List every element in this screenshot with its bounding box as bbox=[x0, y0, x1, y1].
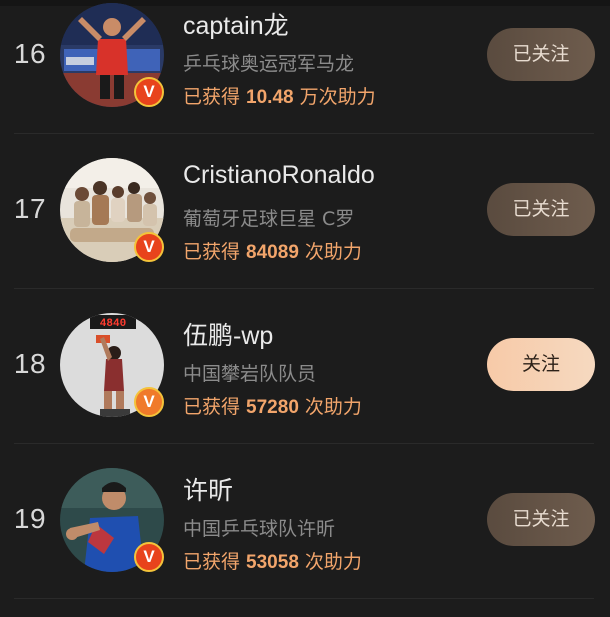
help-value: 53058 bbox=[246, 552, 299, 573]
ranking-row-16[interactable]: 16 V captain龙 乒乓球奥运冠军马龙 已获得 10.48 万次助力 已… bbox=[0, 0, 610, 155]
rank-number: 16 bbox=[13, 38, 47, 69]
help-suffix: 次助力 bbox=[298, 241, 362, 263]
verified-v-icon: V bbox=[134, 232, 164, 262]
rank-number: 19 bbox=[13, 503, 47, 534]
ranking-row-18[interactable]: 18 4840 V 伍鹏-wp 中国攀岩队队员 已获得 57280 次助力 关注 bbox=[0, 310, 610, 465]
row-divider bbox=[14, 443, 594, 444]
user-name[interactable]: 许昕 bbox=[183, 471, 233, 507]
ranking-row-19[interactable]: 19 V 许昕 中国乒乓球队许昕 已获得 53058 次助力 已关注 bbox=[0, 465, 610, 617]
help-prefix: 已获得 bbox=[183, 551, 247, 573]
help-prefix: 已获得 bbox=[183, 396, 247, 418]
user-name[interactable]: CristianoRonaldo bbox=[183, 161, 375, 190]
row-divider bbox=[14, 288, 594, 289]
verified-v-icon: V bbox=[134, 77, 164, 107]
help-count: 已获得 84089 次助力 bbox=[183, 237, 362, 264]
followed-button[interactable]: 已关注 bbox=[487, 183, 595, 236]
followed-button[interactable]: 已关注 bbox=[487, 493, 595, 546]
help-suffix: 次助力 bbox=[298, 396, 362, 418]
follow-button[interactable]: 关注 bbox=[487, 338, 595, 391]
avatar-scoreboard: 4840 bbox=[100, 318, 126, 330]
help-prefix: 已获得 bbox=[183, 86, 247, 108]
help-prefix: 已获得 bbox=[183, 241, 247, 263]
user-name[interactable]: 伍鹏-wp bbox=[183, 316, 273, 352]
help-value: 10.48 bbox=[246, 87, 294, 108]
rank-number: 18 bbox=[13, 348, 47, 379]
rank-number: 17 bbox=[13, 193, 47, 224]
help-suffix: 万次助力 bbox=[293, 86, 376, 108]
user-description: 中国乒乓球队许昕 bbox=[183, 518, 336, 540]
verified-v-icon: V bbox=[134, 542, 164, 572]
user-description: 中国攀岩队队员 bbox=[183, 363, 317, 385]
row-divider bbox=[14, 133, 594, 134]
help-value: 57280 bbox=[246, 397, 299, 418]
user-description: 葡萄牙足球巨星 C罗 bbox=[183, 208, 355, 230]
help-value: 84089 bbox=[246, 242, 299, 263]
help-count: 已获得 57280 次助力 bbox=[183, 392, 362, 419]
ranking-row-17[interactable]: 17 V CristianoRonaldo 葡萄牙足球巨星 C罗 已获得 840… bbox=[0, 155, 610, 310]
help-suffix: 次助力 bbox=[298, 551, 362, 573]
user-name[interactable]: captain龙 bbox=[183, 6, 289, 42]
help-count: 已获得 53058 次助力 bbox=[183, 547, 362, 574]
row-divider bbox=[14, 598, 594, 599]
user-description: 乒乓球奥运冠军马龙 bbox=[183, 53, 355, 75]
followed-button[interactable]: 已关注 bbox=[487, 28, 595, 81]
verified-v-icon: V bbox=[134, 387, 164, 417]
help-count: 已获得 10.48 万次助力 bbox=[183, 82, 376, 109]
